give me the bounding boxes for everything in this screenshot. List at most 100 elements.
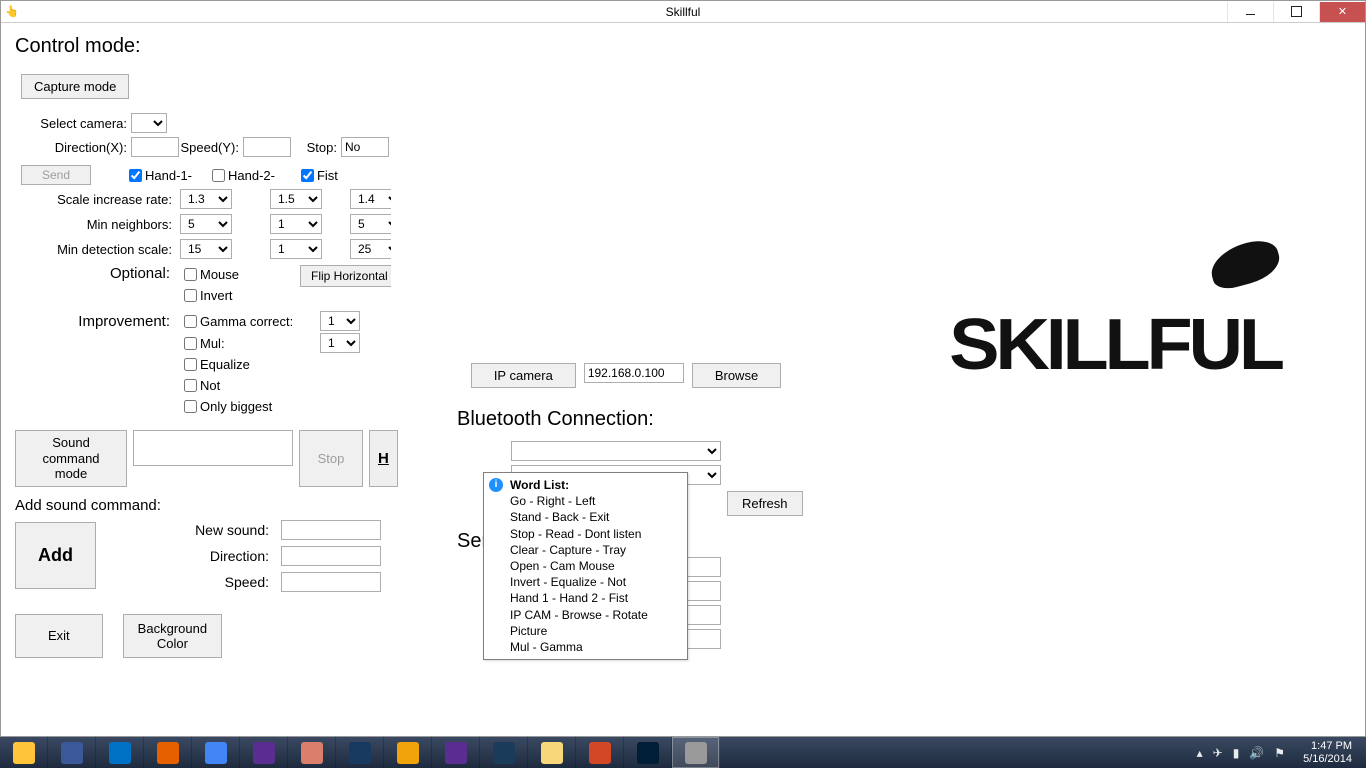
bluetooth-select-1[interactable] (511, 441, 721, 461)
taskbar-facebook[interactable] (48, 737, 96, 768)
add-sound-heading: Add sound command: (15, 497, 435, 514)
mul-select[interactable]: 1 (320, 333, 360, 353)
taskbar-app[interactable] (240, 737, 288, 768)
sound-command-input[interactable] (133, 430, 293, 466)
invert-checkbox[interactable] (184, 289, 197, 302)
min-detect-select-1[interactable]: 15 (180, 239, 232, 259)
send-button[interactable]: Send (21, 165, 91, 185)
sound-speed-label: Speed: (163, 574, 269, 590)
sound-command-mode-button[interactable]: Sound command mode (15, 430, 127, 487)
stop-input[interactable] (341, 137, 389, 157)
background-color-button[interactable]: Background Color (123, 614, 222, 658)
new-sound-label: New sound: (163, 522, 269, 538)
mul-label: Mul: (200, 336, 225, 351)
close-button[interactable] (1319, 2, 1365, 22)
tray-battery-icon[interactable]: ▮ (1233, 746, 1240, 760)
sound-stop-button[interactable]: Stop (299, 430, 363, 487)
tray-flag-icon[interactable]: ⚑ (1274, 746, 1285, 760)
taskbar-outlook[interactable] (96, 737, 144, 768)
taskbar-start[interactable] (0, 737, 48, 768)
system-tray[interactable]: ▴ ✈ ▮ 🔊 ⚑ 1:47 PM 5/16/2014 (1191, 738, 1366, 766)
fist-checkbox[interactable] (301, 169, 314, 182)
tray-chevron-icon[interactable]: ▴ (1197, 746, 1203, 760)
taskbar: ▴ ✈ ▮ 🔊 ⚑ 1:47 PM 5/16/2014 (0, 737, 1366, 768)
bluetooth-refresh-button[interactable]: Refresh (727, 491, 803, 516)
tooltip-line: Clear - Capture - Tray (510, 543, 626, 557)
app-icon: 👆 (1, 5, 23, 18)
min-detect-label: Min detection scale: (15, 242, 176, 257)
taskbar-app[interactable] (288, 737, 336, 768)
gamma-checkbox[interactable] (184, 315, 197, 328)
direction-x-label: Direction(X): (15, 140, 127, 155)
word-list-tooltip: i Word List: Go - Right - Left Stand - B… (483, 472, 688, 660)
min-neighbors-label: Min neighbors: (15, 217, 176, 232)
tooltip-line: Go - Right - Left (510, 494, 595, 508)
logo-text: SKILLFUL (949, 304, 1281, 386)
taskbar-virtualbox[interactable] (336, 737, 384, 768)
invert-label: Invert (200, 288, 233, 303)
maximize-button[interactable] (1273, 2, 1319, 22)
taskbar-clock[interactable]: 1:47 PM 5/16/2014 (1295, 738, 1360, 766)
hand-icon (1206, 236, 1284, 293)
taskbar-chrome[interactable] (192, 737, 240, 768)
window-title: Skillful (666, 5, 701, 19)
min-neighbors-select-2[interactable]: 1 (270, 214, 322, 234)
hand2-checkbox[interactable] (212, 169, 225, 182)
clock-date: 5/16/2014 (1303, 753, 1352, 765)
mouse-checkbox[interactable] (184, 268, 197, 281)
flip-horizontal-button[interactable]: Flip Horizontal (300, 265, 399, 287)
not-checkbox[interactable] (184, 379, 197, 392)
titlebar: 👆 Skillful (1, 1, 1365, 23)
taskbar-app[interactable] (480, 737, 528, 768)
scale-rate-select-2[interactable]: 1.5 (270, 189, 322, 209)
taskbar-skillful[interactable] (672, 737, 720, 768)
exit-button[interactable]: Exit (15, 614, 103, 658)
optional-label: Optional: (15, 265, 176, 282)
add-button[interactable]: Add (15, 522, 96, 589)
only-biggest-checkbox[interactable] (184, 400, 197, 413)
new-sound-input[interactable] (281, 520, 381, 540)
equalize-checkbox[interactable] (184, 358, 197, 371)
taskbar-app[interactable] (384, 737, 432, 768)
capture-mode-button[interactable]: Capture mode (21, 74, 129, 99)
sound-direction-input[interactable] (281, 546, 381, 566)
ip-camera-button[interactable]: IP camera (471, 363, 576, 388)
taskbar-firefox[interactable] (144, 737, 192, 768)
direction-x-input[interactable] (131, 137, 179, 157)
taskbar-visualstudio[interactable] (432, 737, 480, 768)
browse-button[interactable]: Browse (692, 363, 781, 388)
hand1-checkbox[interactable] (129, 169, 142, 182)
info-icon: i (489, 478, 503, 492)
scale-rate-select-1[interactable]: 1.3 (180, 189, 232, 209)
tray-airplane-icon[interactable]: ✈ (1213, 746, 1223, 760)
bluetooth-heading: Bluetooth Connection: (457, 408, 861, 431)
tooltip-title: Word List: (510, 478, 569, 492)
camera-select[interactable] (131, 113, 167, 133)
tooltip-line: Stand - Back - Exit (510, 510, 609, 524)
speed-y-input[interactable] (243, 137, 291, 157)
gamma-select[interactable]: 1 (320, 311, 360, 331)
improvement-label: Improvement: (15, 313, 176, 330)
taskbar-powerpoint[interactable] (576, 737, 624, 768)
camera-preview (391, 45, 851, 355)
tray-volume-icon[interactable]: 🔊 (1249, 746, 1264, 760)
tooltip-line: Stop - Read - Dont listen (510, 527, 641, 541)
min-neighbors-select-1[interactable]: 5 (180, 214, 232, 234)
taskbar-explorer[interactable] (528, 737, 576, 768)
scale-rate-label: Scale increase rate: (15, 192, 176, 207)
mul-checkbox[interactable] (184, 337, 197, 350)
mouse-label: Mouse (200, 267, 239, 282)
stop-label: Stop: (291, 140, 337, 155)
taskbar-photoshop[interactable] (624, 737, 672, 768)
not-label: Not (200, 378, 220, 393)
tooltip-line: Invert - Equalize - Not (510, 575, 626, 589)
ip-address-input[interactable] (584, 363, 684, 383)
tooltip-line: IP CAM - Browse - Rotate Picture (510, 608, 648, 638)
control-mode-heading: Control mode: (15, 35, 435, 58)
min-detect-select-2[interactable]: 1 (270, 239, 322, 259)
minimize-button[interactable] (1227, 2, 1273, 22)
equalize-label: Equalize (200, 357, 250, 372)
clock-time: 1:47 PM (1303, 740, 1352, 752)
gamma-label: Gamma correct: (200, 314, 293, 329)
sound-speed-input[interactable] (281, 572, 381, 592)
